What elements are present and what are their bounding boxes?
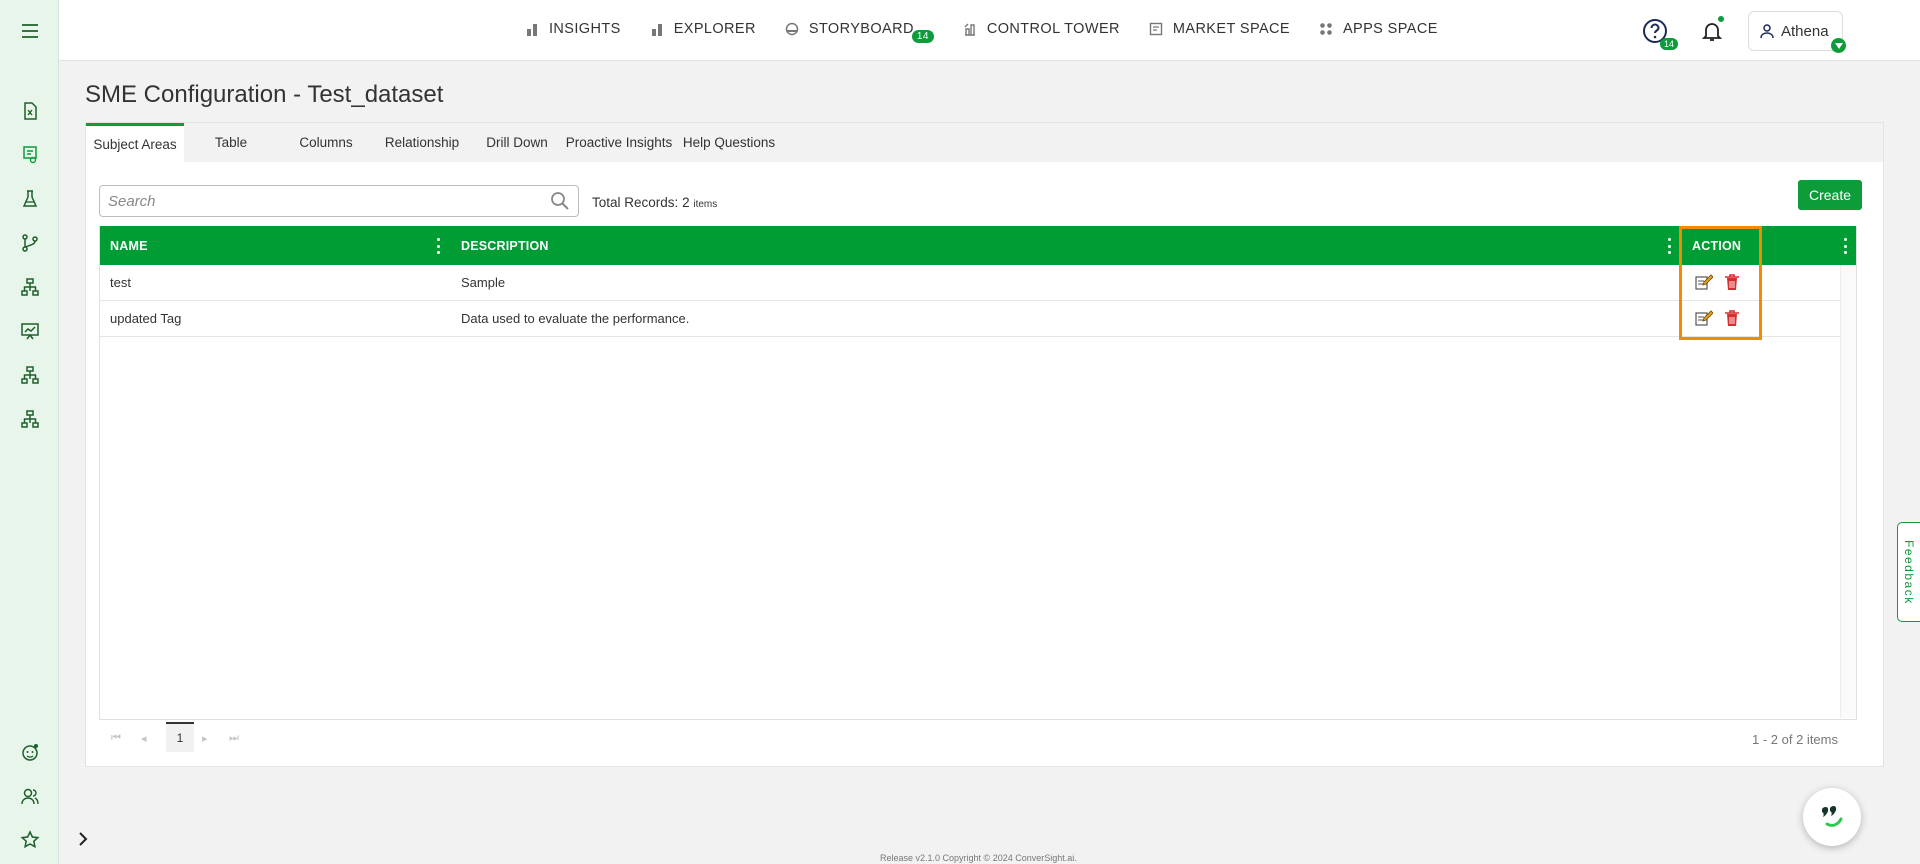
grid-scrollbar[interactable]: [1840, 265, 1856, 718]
cell-name: test: [110, 275, 131, 290]
star-icon[interactable]: [17, 827, 43, 853]
search-box: [99, 185, 579, 217]
main-nav: INSIGHTS EXPLORER STORYBOARD 14 CONTROL …: [525, 0, 1467, 58]
feedback-label: Feedback: [1902, 539, 1916, 605]
action-column-highlight: [1679, 226, 1762, 340]
hierarchy-icon-3[interactable]: [17, 406, 43, 432]
column-header-description[interactable]: DESCRIPTION: [461, 226, 549, 265]
cell-name: updated Tag: [110, 311, 182, 326]
tab-table[interactable]: Table: [184, 123, 278, 162]
user-dropdown-caret-icon[interactable]: [1831, 38, 1846, 53]
bar-chart-icon: [650, 22, 665, 37]
nav-label: CONTROL TOWER: [986, 21, 1120, 37]
subject-areas-grid: NAME DESCRIPTION ACTION test Sample upda…: [99, 226, 1857, 720]
config-card: Subject Areas Table Columns Relationship…: [85, 122, 1884, 767]
page-number[interactable]: 1: [166, 722, 194, 752]
pager: ⏮ ◂ 1 ▸ ⏭ 1 - 2 of 2 items: [99, 720, 1857, 758]
git-branch-icon[interactable]: [17, 230, 43, 256]
total-unit: items: [693, 199, 718, 210]
create-button[interactable]: Create: [1798, 180, 1862, 210]
hierarchy-icon-2[interactable]: [17, 362, 43, 388]
column-menu-kebab-icon[interactable]: [1664, 238, 1674, 254]
last-page-icon[interactable]: ⏭: [229, 732, 239, 745]
next-page-icon[interactable]: ▸: [202, 732, 208, 745]
nav-label: STORYBOARD: [808, 21, 914, 37]
nav-label: MARKET SPACE: [1172, 21, 1290, 37]
feedback-tab[interactable]: Feedback: [1897, 522, 1920, 622]
nav-label: APPS SPACE: [1342, 21, 1438, 37]
column-header-name[interactable]: NAME: [110, 226, 148, 265]
nav-storyboard[interactable]: STORYBOARD 14: [785, 21, 934, 43]
pager-info: 1 - 2 of 2 items: [1752, 732, 1838, 747]
column-menu-kebab-icon[interactable]: [1840, 238, 1850, 254]
grid-header: NAME DESCRIPTION ACTION: [100, 226, 1856, 265]
storyboard-count-badge: 14: [911, 30, 934, 43]
users-icon[interactable]: [17, 783, 43, 809]
nav-control-tower[interactable]: CONTROL TOWER: [963, 21, 1120, 37]
tab-drill-down[interactable]: Drill Down: [470, 123, 564, 162]
notification-count-badge: 14: [1660, 38, 1679, 50]
tab-proactive-insights[interactable]: Proactive Insights: [564, 123, 674, 162]
nav-insights[interactable]: INSIGHTS: [525, 21, 621, 37]
tower-icon: [963, 22, 978, 37]
sme-config-icon[interactable]: [17, 142, 43, 168]
hierarchy-icon[interactable]: [17, 274, 43, 300]
page-title: SME Configuration - Test_dataset: [85, 81, 444, 108]
chatbot-button[interactable]: [1803, 788, 1861, 846]
tab-subject-areas[interactable]: Subject Areas: [86, 123, 184, 162]
bot-face-icon[interactable]: [17, 739, 43, 765]
cell-description: Data used to evaluate the performance.: [461, 311, 690, 326]
total-records: Total Records: 2 items: [592, 195, 717, 210]
footer-release-text: Release v2.1.0 Copyright © 2024 ConverSi…: [880, 853, 1077, 863]
nav-explorer[interactable]: EXPLORER: [650, 21, 756, 37]
user-icon: [1760, 24, 1774, 39]
table-row[interactable]: test Sample: [100, 265, 1840, 301]
column-menu-kebab-icon[interactable]: [433, 238, 443, 254]
market-icon: [1149, 22, 1164, 37]
user-menu-button[interactable]: Athena: [1748, 11, 1843, 51]
chatbot-logo-icon: [1822, 805, 1843, 827]
apps-icon: [1319, 22, 1334, 37]
first-page-icon[interactable]: ⏮: [111, 732, 121, 745]
tab-relationship[interactable]: Relationship: [374, 123, 470, 162]
search-input[interactable]: [100, 186, 530, 216]
tab-columns[interactable]: Columns: [278, 123, 374, 162]
user-name: Athena: [1781, 22, 1829, 40]
flask-icon[interactable]: [17, 186, 43, 212]
presentation-icon[interactable]: [17, 318, 43, 344]
total-label: Total Records:: [592, 195, 679, 210]
tab-help-questions[interactable]: Help Questions: [674, 123, 784, 162]
excel-file-icon[interactable]: [17, 98, 43, 124]
nav-label: INSIGHTS: [549, 21, 621, 37]
cell-description: Sample: [461, 275, 506, 290]
hamburger-menu-icon[interactable]: [17, 18, 43, 44]
nav-market-space[interactable]: MARKET SPACE: [1149, 21, 1290, 37]
search-icon[interactable]: [550, 191, 570, 216]
nav-apps-space[interactable]: APPS SPACE: [1319, 21, 1438, 37]
expand-sidebar-chevron-icon[interactable]: [74, 830, 92, 848]
nav-label: EXPLORER: [673, 21, 756, 37]
total-count: 2: [682, 195, 690, 210]
storyboard-icon: [785, 22, 800, 37]
notification-dot: [1718, 16, 1724, 22]
left-sidebar: [0, 0, 59, 864]
prev-page-icon[interactable]: ◂: [141, 732, 147, 745]
tab-bar: Subject Areas Table Columns Relationship…: [86, 123, 1883, 162]
bar-chart-icon: [525, 22, 540, 37]
table-row[interactable]: updated Tag Data used to evaluate the pe…: [100, 301, 1840, 337]
